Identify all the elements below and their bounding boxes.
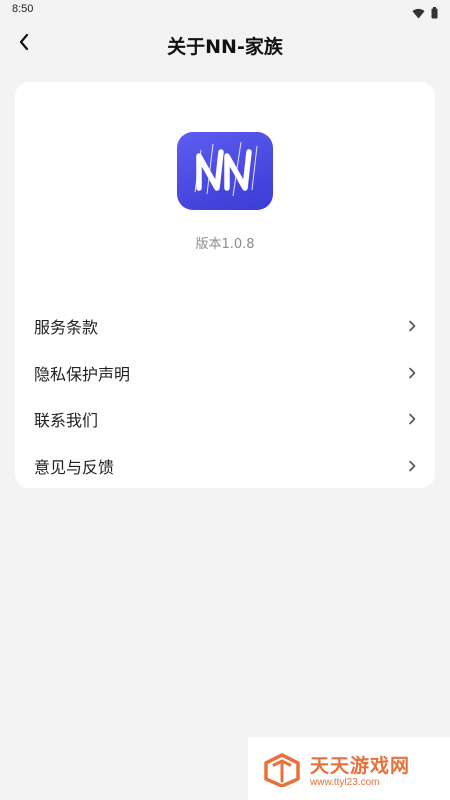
nn-logo-icon bbox=[194, 141, 258, 197]
chevron-right-icon bbox=[407, 412, 417, 426]
menu-item-feedback[interactable]: 意见与反馈 bbox=[15, 443, 435, 490]
menu-list: 服务条款 隐私保护声明 联系我们 意见与反馈 bbox=[15, 303, 435, 489]
nav-bar: 关于NN-家族 bbox=[0, 22, 450, 66]
status-icons bbox=[412, 4, 438, 23]
version-text: 版本1.0.8 bbox=[195, 237, 255, 252]
watermark-logo-icon bbox=[262, 753, 302, 788]
page-title: 关于NN-家族 bbox=[167, 36, 283, 58]
menu-item-privacy[interactable]: 隐私保护声明 bbox=[15, 350, 435, 397]
wifi-icon bbox=[412, 4, 425, 23]
menu-item-label: 服务条款 bbox=[34, 318, 99, 338]
about-card: 版本1.0.8 服务条款 隐私保护声明 联系我们 意见与反馈 bbox=[15, 82, 435, 488]
menu-item-terms[interactable]: 服务条款 bbox=[15, 303, 435, 350]
status-time: 8:50 bbox=[12, 3, 34, 15]
chevron-right-icon bbox=[407, 459, 417, 473]
chevron-right-icon bbox=[407, 366, 417, 380]
app-logo bbox=[177, 132, 273, 210]
watermark: 天天游戏网 www.ttyl23.com bbox=[248, 737, 450, 800]
menu-item-label: 意见与反馈 bbox=[34, 457, 115, 477]
menu-item-label: 隐私保护声明 bbox=[34, 364, 131, 384]
watermark-title: 天天游戏网 bbox=[310, 755, 411, 777]
chevron-right-icon bbox=[407, 319, 417, 333]
status-bar: 8:50 bbox=[0, 0, 450, 22]
menu-item-contact[interactable]: 联系我们 bbox=[15, 396, 435, 443]
menu-item-label: 联系我们 bbox=[34, 411, 99, 431]
battery-icon bbox=[431, 4, 438, 23]
watermark-url: www.ttyl23.com bbox=[310, 777, 380, 788]
